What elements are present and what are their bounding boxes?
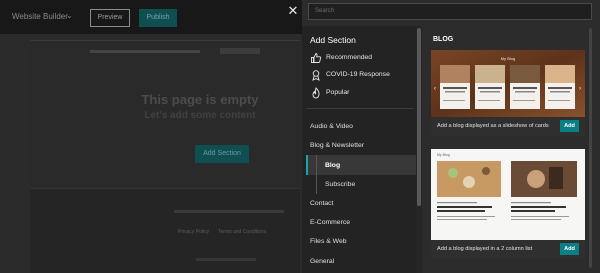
nav-item-covid[interactable]: COVID-19 Response (308, 67, 414, 83)
nav-item-popular[interactable]: Popular (308, 85, 414, 101)
search-input[interactable]: Search (308, 3, 592, 20)
card-footer: Add a blog displayed as a slideshow of c… (431, 117, 585, 136)
preview-blog-heading: My Blog (437, 153, 450, 157)
blog-slideshow-preview: My Blog ‹ › (431, 50, 585, 117)
nav-item-recommended[interactable]: Recommended (308, 50, 414, 66)
preview-blog-heading: My Blog (501, 56, 515, 61)
page-url-bar (30, 46, 300, 56)
subcategory-guide-line (316, 155, 317, 194)
section-heading: BLOG (433, 36, 454, 43)
footer-privacy-link: Privacy Policy (178, 229, 210, 235)
subcategory-blog-highlight (306, 155, 416, 175)
preview-button[interactable]: Preview (90, 9, 130, 27)
card-description: Add a blog displayed as a slideshow of c… (437, 123, 549, 129)
category-contact[interactable]: Contact (310, 200, 333, 207)
active-indicator (306, 155, 308, 175)
svg-text:‹: ‹ (434, 86, 436, 92)
thumbs-up-icon (311, 53, 322, 63)
card-description: Add a blog displayed in a 2 column list (437, 246, 533, 252)
card-footer: Add a blog displayed in a 2 column list … (431, 240, 585, 259)
footer-terms-link: Terms and Conditions (218, 229, 267, 235)
panel-title: Add Section (310, 35, 356, 45)
add-button[interactable]: Add (560, 120, 579, 132)
nav-divider (306, 108, 414, 109)
template-card-blog-slideshow[interactable]: My Blog ‹ › Add a blog displayed as a sl… (431, 50, 585, 136)
nav-item-label: Recommended (326, 54, 373, 61)
category-audio-video[interactable]: Audio & Video (310, 123, 353, 130)
preview-scrollbar[interactable] (589, 28, 592, 268)
brand-name[interactable]: Website Builder (12, 12, 68, 21)
nav-item-label: COVID-19 Response (326, 71, 390, 78)
subcategory-subscribe[interactable]: Subscribe (325, 181, 355, 188)
category-blog-newsletter[interactable]: Blog & Newsletter (310, 142, 364, 149)
subcategory-blog[interactable]: Blog (325, 162, 340, 169)
template-card-blog-two-column[interactable]: My Blog Add a blog displayed in a 2 colu… (431, 149, 585, 259)
add-section-button[interactable]: Add Section (195, 145, 249, 163)
add-button[interactable]: Add (560, 243, 579, 255)
category-ecommerce[interactable]: E-Commerce (310, 219, 350, 226)
url-text-placeholder (90, 50, 200, 53)
footer-text-placeholder (174, 210, 284, 213)
footer-copyright-placeholder (196, 258, 256, 261)
category-general[interactable]: General (310, 258, 334, 265)
close-icon[interactable]: ✕ (286, 4, 300, 18)
ribbon-icon (312, 70, 320, 81)
flame-icon (312, 87, 320, 99)
nav-scrollbar-thumb[interactable] (417, 28, 421, 206)
blog-two-column-preview: My Blog (431, 149, 585, 240)
empty-page-subtitle: Let's add some content (144, 110, 256, 121)
empty-page-title: This page is empty (141, 92, 259, 107)
nav-item-label: Popular (326, 89, 350, 96)
publish-button[interactable]: Publish (139, 9, 177, 27)
svg-text:›: › (579, 86, 581, 92)
category-files-web[interactable]: Files & Web (310, 238, 347, 245)
url-badge (220, 48, 260, 54)
chevron-down-icon[interactable]: ⌄ (66, 11, 73, 20)
